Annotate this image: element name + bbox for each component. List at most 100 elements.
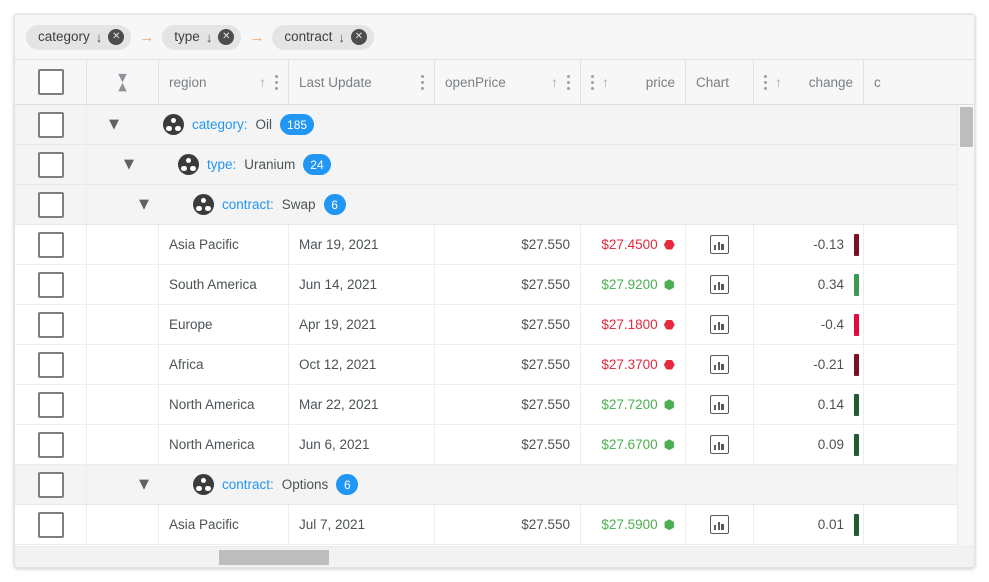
table-row[interactable]: North AmericaMar 22, 2021$27.550$27.7200… (15, 385, 974, 425)
chevron-down-icon[interactable]: ▼ (139, 478, 149, 491)
column-sort-ascending-icon[interactable]: ↑ (551, 75, 558, 89)
checkbox-unchecked-icon[interactable] (38, 232, 64, 258)
checkbox-unchecked-icon[interactable] (38, 192, 64, 218)
checkbox-unchecked-icon[interactable] (38, 272, 64, 298)
column-menu-icon[interactable] (591, 75, 594, 90)
bar-chart-icon[interactable] (710, 395, 729, 414)
price-value: $27.5900 (601, 517, 657, 532)
group-row[interactable]: ▼type:Uranium24 (15, 145, 974, 185)
change-delta-bar (854, 234, 859, 256)
table-row[interactable]: Asia PacificMar 19, 2021$27.550$27.4500⬣… (15, 225, 974, 265)
table-row[interactable]: Asia PacificJul 7, 2021$27.550$27.5900⬢0… (15, 505, 974, 545)
vertical-scrollbar-thumb[interactable] (960, 107, 973, 147)
row-select-cell[interactable] (15, 385, 87, 424)
checkbox-unchecked-icon[interactable] (38, 352, 64, 378)
table-row[interactable]: South AmericaJun 14, 2021$27.550$27.9200… (15, 265, 974, 305)
group-expand-toggle-cell[interactable]: ▼ (87, 105, 159, 144)
checkbox-unchecked-icon[interactable] (38, 69, 64, 95)
column-sort-ascending-icon[interactable]: ↑ (775, 75, 782, 89)
group-value: Uranium (244, 157, 295, 172)
expand-collapse-all-icon[interactable]: ▼▲ (87, 74, 158, 91)
chevron-down-icon[interactable]: ▼ (124, 158, 134, 171)
table-row[interactable]: North AmericaJun 6, 2021$27.550$27.6700⬢… (15, 425, 974, 465)
row-group-chip-category[interactable]: category↓✕ (26, 25, 131, 50)
row-select-cell[interactable] (15, 185, 87, 224)
group-expand-toggle-cell[interactable]: ▼ (87, 145, 159, 184)
bar-chart-icon[interactable] (710, 435, 729, 454)
group-row[interactable]: ▼category:Oil185 (15, 105, 974, 145)
column-menu-icon[interactable] (567, 75, 570, 90)
column-header-c[interactable]: c (864, 60, 960, 104)
table-row[interactable]: EuropeApr 19, 2021$27.550$27.1800⬣-0.4 (15, 305, 974, 345)
row-select-cell[interactable] (15, 225, 87, 264)
checkbox-unchecked-icon[interactable] (38, 152, 64, 178)
arrow-down-icon[interactable]: ↓ (206, 31, 213, 44)
horizontal-scrollbar-thumb[interactable] (219, 550, 329, 565)
checkbox-unchecked-icon[interactable] (38, 472, 64, 498)
checkbox-unchecked-icon[interactable] (38, 512, 64, 538)
row-select-cell[interactable] (15, 105, 87, 144)
group-expand-toggle-cell[interactable]: ▼ (87, 185, 159, 224)
checkbox-unchecked-icon[interactable] (38, 112, 64, 138)
row-select-cell[interactable] (15, 505, 87, 544)
cell-chart[interactable] (686, 225, 754, 264)
group-row[interactable]: ▼contract:Swap6 (15, 185, 974, 225)
column-sort-ascending-icon[interactable]: ↑ (259, 75, 266, 89)
column-header-region[interactable]: region↑ (159, 60, 289, 104)
row-indent-cell (87, 425, 159, 464)
column-menu-icon[interactable] (275, 75, 278, 90)
column-menu-icon[interactable] (764, 75, 767, 90)
bar-chart-icon[interactable] (710, 515, 729, 534)
group-row[interactable]: ▼contract:Options6 (15, 465, 974, 505)
vertical-scrollbar[interactable] (957, 105, 974, 546)
row-select-cell[interactable] (15, 425, 87, 464)
row-select-cell[interactable] (15, 265, 87, 304)
remove-chip-icon[interactable]: ✕ (218, 29, 234, 45)
change-delta-bar (854, 434, 859, 456)
bar-chart-icon[interactable] (710, 275, 729, 294)
group-expand-toggle-cell[interactable]: ▼ (87, 465, 159, 504)
chip-separator-arrow-icon: → (241, 30, 272, 45)
cell-chart[interactable] (686, 305, 754, 344)
group-key: category: (192, 117, 248, 132)
column-header-price[interactable]: ↑price (581, 60, 686, 104)
arrow-down-icon[interactable]: ↓ (96, 31, 103, 44)
column-header-last-update[interactable]: Last Update (289, 60, 435, 104)
trend-down-icon: ⬣ (664, 238, 675, 251)
row-select-cell[interactable] (15, 345, 87, 384)
cell-chart[interactable] (686, 505, 754, 544)
cell-open-price: $27.550 (435, 345, 581, 384)
row-group-panel[interactable]: category↓✕→type↓✕→contract↓✕ (15, 15, 974, 60)
checkbox-unchecked-icon[interactable] (38, 312, 64, 338)
chevron-down-icon[interactable]: ▼ (139, 198, 149, 211)
remove-chip-icon[interactable]: ✕ (108, 29, 124, 45)
arrow-down-icon[interactable]: ↓ (338, 31, 345, 44)
cell-chart[interactable] (686, 345, 754, 384)
checkbox-unchecked-icon[interactable] (38, 432, 64, 458)
header-expand-collapse-all-cell[interactable]: ▼▲ (87, 60, 159, 104)
remove-chip-icon[interactable]: ✕ (351, 29, 367, 45)
bar-chart-icon[interactable] (710, 315, 729, 334)
table-row[interactable]: AfricaOct 12, 2021$27.550$27.3700⬣-0.21 (15, 345, 974, 385)
column-header-change[interactable]: ↑change (754, 60, 864, 104)
cell-chart[interactable] (686, 385, 754, 424)
column-menu-icon[interactable] (421, 75, 424, 90)
column-header-chart[interactable]: Chart (686, 60, 754, 104)
checkbox-unchecked-icon[interactable] (38, 392, 64, 418)
cell-chart[interactable] (686, 425, 754, 464)
cell-last-update: Oct 12, 2021 (289, 345, 435, 384)
horizontal-scrollbar[interactable] (15, 546, 974, 567)
row-select-cell[interactable] (15, 305, 87, 344)
row-select-cell[interactable] (15, 465, 87, 504)
column-header-openprice[interactable]: openPrice↑ (435, 60, 581, 104)
cell-region: North America (159, 385, 289, 424)
row-group-chip-type[interactable]: type↓✕ (162, 25, 241, 50)
bar-chart-icon[interactable] (710, 355, 729, 374)
bar-chart-icon[interactable] (710, 235, 729, 254)
row-group-chip-contract[interactable]: contract↓✕ (272, 25, 374, 50)
chevron-down-icon[interactable]: ▼ (109, 118, 119, 131)
header-select-all-cell[interactable] (15, 60, 87, 104)
cell-chart[interactable] (686, 265, 754, 304)
column-sort-ascending-icon[interactable]: ↑ (602, 75, 609, 89)
row-select-cell[interactable] (15, 145, 87, 184)
